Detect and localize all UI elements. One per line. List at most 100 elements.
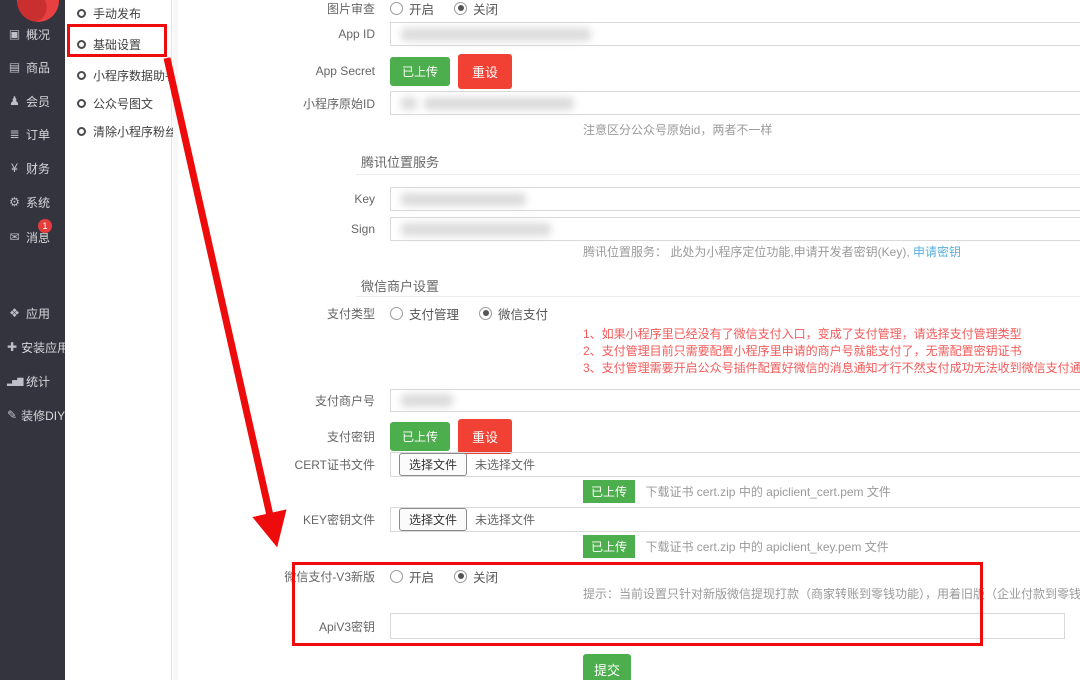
apiv3-key-row: ApiV3密钥 <box>178 613 1080 639</box>
app-id-label: App ID <box>178 27 390 41</box>
cert-uploaded-tag: 已上传 <box>583 480 635 503</box>
app-secret-label: App Secret <box>178 64 390 78</box>
radio-unselected-icon[interactable] <box>390 307 403 320</box>
redacted-value <box>401 97 417 110</box>
submit-button[interactable]: 提交 <box>583 654 631 680</box>
key-choose-file-button[interactable]: 选择文件 <box>399 508 467 531</box>
merchant-id-row: 支付商户号 <box>178 389 1080 412</box>
key-row: Key <box>178 187 1080 211</box>
redacted-value <box>401 394 453 407</box>
finance-icon: ¥ <box>7 161 22 175</box>
merchant-id-label: 支付商户号 <box>178 392 390 409</box>
cert-file-label: CERT证书文件 <box>178 456 390 473</box>
orders-icon: ≣ <box>7 127 22 141</box>
radio-unselected-icon[interactable] <box>390 2 403 15</box>
stats-icon: ▂▅▇ <box>7 377 22 386</box>
submenu-item-clear-fans[interactable]: 清除小程序粉丝 <box>65 121 172 141</box>
radio-selected-icon[interactable] <box>454 570 467 583</box>
app-secret-uploaded-button[interactable]: 已上传 <box>390 57 450 86</box>
sidebar-item-members[interactable]: ♟会员 <box>0 90 65 112</box>
sidebar-item-finance[interactable]: ¥财务 <box>0 157 65 179</box>
key-upload-note: 已上传 下载证书 cert.zip 中的 apiclient_key.pem 文… <box>583 535 889 558</box>
pay-key-reset-button[interactable]: 重设 <box>458 419 512 454</box>
radio-circle-icon <box>77 9 86 18</box>
origin-id-input[interactable] <box>390 91 1080 115</box>
sidebar-item-messages[interactable]: ✉消息1 <box>0 226 65 248</box>
app-id-row: App ID <box>178 22 1080 46</box>
redacted-value <box>424 97 574 110</box>
sidebar-item-stats[interactable]: ▂▅▇统计 <box>0 370 65 392</box>
panel-divider <box>173 0 178 680</box>
sidebar-item-system[interactable]: ⚙系统 <box>0 191 65 213</box>
merchant-id-input[interactable] <box>390 389 1080 412</box>
key-file-row: KEY密钥文件 选择文件 未选择文件 <box>178 507 1080 532</box>
pay-type-wechat-option[interactable]: 微信支付 <box>479 304 548 323</box>
pay-key-uploaded-button[interactable]: 已上传 <box>390 422 450 451</box>
key-uploaded-tag: 已上传 <box>583 535 635 558</box>
admin-settings-page: 图片审查 开启 关闭 App ID App Secret 已上传 重设 小程序原… <box>0 0 1080 680</box>
app-logo <box>17 0 59 22</box>
pay-type-row: 支付类型 支付管理 微信支付 <box>178 305 1080 321</box>
apply-key-link[interactable]: 申请密钥 <box>913 245 961 259</box>
radio-unselected-icon[interactable] <box>390 570 403 583</box>
app-secret-reset-button[interactable]: 重设 <box>458 54 512 89</box>
apiv3-key-label: ApiV3密钥 <box>178 618 390 635</box>
origin-id-note: 注意区分公众号原始id，两者不一样 <box>583 121 772 138</box>
sidebar-item-diy[interactable]: ✎装修DIY <box>0 404 65 426</box>
key-label: Key <box>178 192 390 206</box>
sidebar-item-goods[interactable]: ▤商品 <box>0 56 65 78</box>
section-wechat-merchant: 微信商户设置 <box>361 276 439 295</box>
sidebar-item-overview[interactable]: ▣概况 <box>0 23 65 45</box>
v3-note: 提示：当前设置只针对新版微信提现打款（商家转账到零钱功能），用着旧版（企业付款到… <box>583 585 1080 602</box>
sidebar-item-install-apps[interactable]: ✚安装应用 <box>0 336 65 358</box>
goods-icon: ▤ <box>7 60 22 74</box>
origin-id-row: 小程序原始ID <box>178 91 1080 115</box>
image-review-off-option[interactable]: 关闭 <box>454 0 498 18</box>
origin-id-label: 小程序原始ID <box>178 95 390 112</box>
key-file-label: KEY密钥文件 <box>178 511 390 528</box>
cert-file-input[interactable]: 选择文件 未选择文件 <box>390 452 1080 477</box>
apiv3-key-input[interactable] <box>390 613 1065 639</box>
diy-icon: ✎ <box>7 408 17 422</box>
radio-selected-icon[interactable] <box>454 2 467 15</box>
sidebar-item-orders[interactable]: ≣订单 <box>0 123 65 145</box>
cert-choose-file-button[interactable]: 选择文件 <box>399 453 467 476</box>
cert-no-file-text: 未选择文件 <box>475 456 535 473</box>
install-apps-icon: ✚ <box>7 340 17 354</box>
image-review-on-option[interactable]: 开启 <box>390 0 434 18</box>
cert-file-row: CERT证书文件 选择文件 未选择文件 <box>178 452 1080 477</box>
key-file-input[interactable]: 选择文件 未选择文件 <box>390 507 1080 532</box>
section-tencent-location: 腾讯位置服务 <box>361 152 439 171</box>
radio-selected-icon[interactable] <box>479 307 492 320</box>
submenu-item-miniprogram-data[interactable]: 小程序数据助手 <box>65 65 172 85</box>
app-secret-row: App Secret 已上传 重设 <box>178 54 1080 88</box>
settings-submenu: 手动发布 基础设置 小程序数据助手 公众号图文 清除小程序粉丝 <box>65 0 172 680</box>
redacted-value <box>401 223 551 236</box>
pay-type-label: 支付类型 <box>178 305 390 322</box>
v3-on-option[interactable]: 开启 <box>390 567 434 586</box>
sign-input[interactable] <box>390 217 1080 241</box>
submenu-item-manual-publish[interactable]: 手动发布 <box>65 3 172 23</box>
pay-note-2: 2、支付管理目前只需要配置小程序里申请的商户号就能支付了，无需配置密钥证书 <box>583 342 1022 359</box>
system-icon: ⚙ <box>7 195 22 209</box>
image-review-row: 图片审查 开启 关闭 <box>178 0 1080 16</box>
pay-type-manage-option[interactable]: 支付管理 <box>390 304 459 323</box>
redacted-value <box>401 193 526 206</box>
section-divider <box>356 296 1080 297</box>
pay-note-1: 1、如果小程序里已经没有了微信支付入口，变成了支付管理，请选择支付管理类型 <box>583 325 1022 342</box>
submenu-item-basic-settings[interactable]: 基础设置 <box>65 34 172 54</box>
apps-icon: ❖ <box>7 306 22 320</box>
app-id-input[interactable] <box>390 22 1080 46</box>
v3-off-option[interactable]: 关闭 <box>454 567 498 586</box>
radio-circle-icon <box>77 99 86 108</box>
cert-upload-note: 已上传 下载证书 cert.zip 中的 apiclient_cert.pem … <box>583 480 891 503</box>
key-no-file-text: 未选择文件 <box>475 511 535 528</box>
message-badge: 1 <box>38 219 52 233</box>
sidebar: ▣概况 ▤商品 ♟会员 ≣订单 ¥财务 ⚙系统 ✉消息1 ❖应用 ✚安装应用 ▂… <box>0 0 65 680</box>
radio-circle-icon <box>77 40 86 49</box>
key-input[interactable] <box>390 187 1080 211</box>
submenu-item-official-articles[interactable]: 公众号图文 <box>65 93 172 113</box>
members-icon: ♟ <box>7 94 22 108</box>
sidebar-item-apps[interactable]: ❖应用 <box>0 302 65 324</box>
wechat-pay-v3-label: 微信支付-V3新版 <box>178 568 390 585</box>
